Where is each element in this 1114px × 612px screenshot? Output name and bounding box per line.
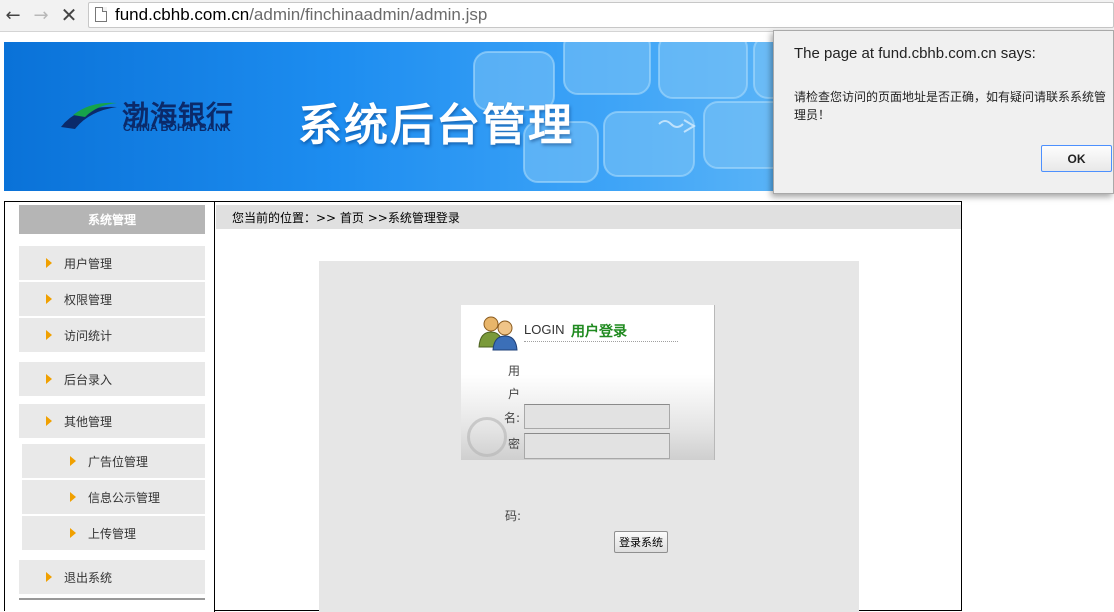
sidebar-footer-divider — [19, 598, 205, 600]
username-label-char: 名: — [503, 411, 521, 425]
alert-dialog: The page at fund.cbhb.com.cn says: 请检查您访… — [773, 30, 1114, 194]
dialog-message: 请检查您访问的页面地址是否正确，如有疑问请联系系统管理员！ — [794, 90, 1107, 122]
users-avatar-icon — [478, 316, 518, 351]
sidebar-item-visit-statistics[interactable]: 访问统计 — [19, 317, 205, 353]
sidebar-item-backend-entry[interactable]: 后台录入 — [19, 361, 205, 397]
address-bar[interactable]: fund.cbhb.com.cn/admin/finchinaadmin/adm… — [88, 2, 1114, 28]
breadcrumb: 您当前的位置：>> 首页 >>系统管理登录 — [216, 205, 961, 229]
url-text[interactable]: fund.cbhb.com.cn/admin/finchinaadmin/adm… — [115, 5, 487, 25]
username-input[interactable] — [524, 404, 670, 429]
sidebar: 系统管理 用户管理 权限管理 访问统计 后台录入 其他管理 广告位管理 信息公示… — [5, 202, 215, 612]
arrow-right-icon — [46, 416, 52, 426]
username-label-char: 用 — [507, 364, 520, 378]
sidebar-item-label: 上传管理 — [88, 526, 137, 541]
sidebar-item-label: 广告位管理 — [88, 454, 149, 469]
main-frame: 系统管理 用户管理 权限管理 访问统计 后台录入 其他管理 广告位管理 信息公示… — [4, 201, 962, 612]
stop-loading-icon[interactable]: ✕ — [58, 3, 80, 27]
login-title-english: LOGIN — [524, 322, 565, 337]
sidebar-item-label: 权限管理 — [64, 292, 113, 307]
login-submit-button[interactable]: 登录系统 — [614, 531, 668, 553]
login-box: LOGIN 用户登录 用 户 名: 密 — [461, 305, 715, 460]
arrow-right-icon — [46, 374, 52, 384]
sidebar-item-label: 信息公示管理 — [88, 490, 161, 505]
sidebar-item-label: 退出系统 — [64, 570, 113, 585]
arrow-right-icon — [46, 330, 52, 340]
back-arrow-icon[interactable]: ← — [2, 4, 24, 26]
login-panel: LOGIN 用户登录 用 户 名: 密 码: 登录系统 — [319, 261, 859, 612]
arrow-right-icon — [46, 572, 52, 582]
arrow-right-icon — [70, 528, 76, 538]
dialog-title: The page at fund.cbhb.com.cn says: — [794, 45, 1036, 62]
sidebar-item-user-management[interactable]: 用户管理 — [19, 245, 205, 281]
sidebar-subitem-ad-slot-management[interactable]: 广告位管理 — [22, 443, 205, 479]
username-label-char: 户 — [507, 387, 520, 401]
sidebar-item-logout[interactable]: 退出系统 — [19, 559, 205, 595]
bohai-bank-logo-icon — [61, 102, 117, 129]
logo-english-text: CHINA BOHAI BANK — [123, 122, 231, 134]
url-host: fund.cbhb.com.cn — [115, 5, 250, 24]
password-input[interactable] — [524, 433, 670, 459]
arrow-right-icon — [70, 492, 76, 502]
sidebar-item-other-management[interactable]: 其他管理 — [19, 403, 205, 439]
sidebar-subitem-info-disclosure-management[interactable]: 信息公示管理 — [22, 479, 205, 515]
sidebar-item-label: 用户管理 — [64, 256, 113, 271]
sidebar-item-permission-management[interactable]: 权限管理 — [19, 281, 205, 317]
browser-toolbar: ← → ✕ fund.cbhb.com.cn/admin/finchinaadm… — [0, 0, 1114, 32]
forward-arrow-icon[interactable]: → — [30, 4, 52, 26]
url-path: /admin/finchinaadmin/admin.jsp — [249, 5, 488, 24]
ok-button[interactable]: OK — [1041, 145, 1112, 172]
arrow-right-icon — [46, 294, 52, 304]
arrow-right-icon — [46, 258, 52, 268]
page-icon — [95, 7, 107, 22]
sidebar-header: 系统管理 — [19, 205, 205, 234]
login-title-divider — [524, 341, 678, 342]
password-label-char: 码: — [504, 509, 522, 523]
banner-title: 系统后台管理 — [298, 100, 574, 151]
password-label-char: 密 — [507, 437, 520, 451]
sidebar-item-label: 访问统计 — [64, 328, 113, 343]
sidebar-item-label: 后台录入 — [64, 372, 113, 387]
login-title-chinese: 用户登录 — [571, 324, 627, 340]
sidebar-item-label: 其他管理 — [64, 414, 113, 429]
sidebar-subitem-upload-management[interactable]: 上传管理 — [22, 515, 205, 551]
arrow-right-icon — [70, 456, 76, 466]
